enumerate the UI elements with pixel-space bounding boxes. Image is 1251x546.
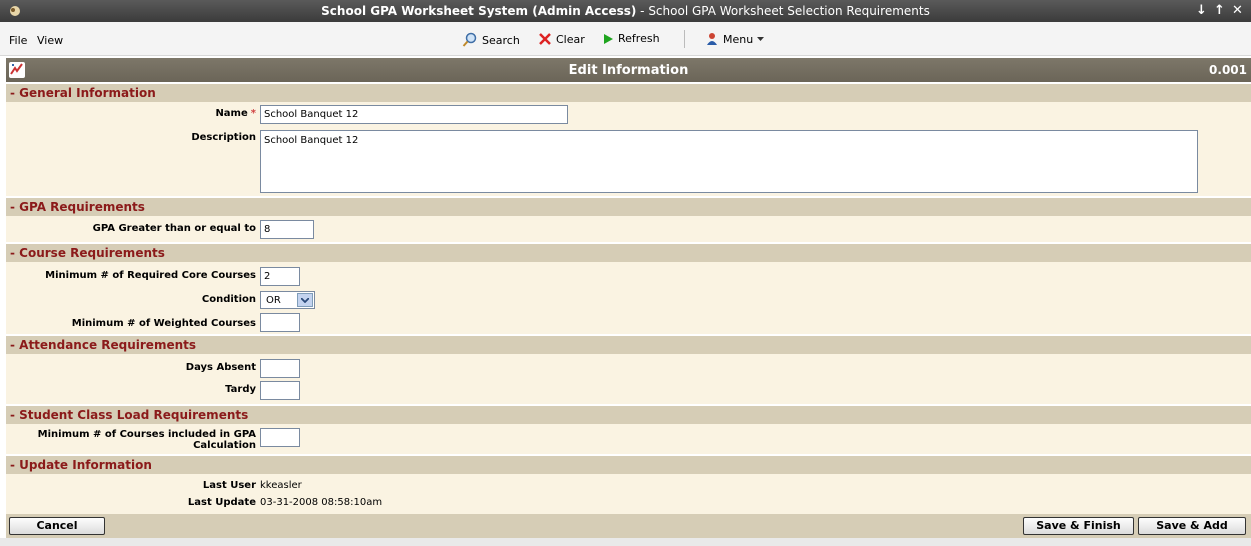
close-icon[interactable]: ✕	[1232, 3, 1243, 18]
search-button[interactable]: Search	[462, 32, 520, 48]
edit-header: Edit Information 0.001	[6, 58, 1251, 82]
save-add-button[interactable]: Save & Add	[1138, 517, 1246, 535]
menu-dropdown-button[interactable]: Menu	[705, 32, 765, 46]
general-information-body: Name* Description School Banquet 12	[6, 102, 1251, 196]
tardy-input[interactable]	[260, 381, 300, 400]
update-information-body: Last User kkeasler Last Update 03-31-200…	[6, 474, 1251, 514]
class-load-requirements-body: Minimum # of Courses included in GPA Cal…	[6, 424, 1251, 454]
days-absent-label: Days Absent	[185, 362, 256, 373]
condition-select[interactable]: OR	[260, 291, 315, 309]
section-general-information[interactable]: - General Information	[6, 84, 1251, 102]
min-gpa-courses-label: Minimum # of Courses included in GPA Cal…	[37, 429, 256, 451]
menu-label: Menu	[723, 32, 754, 46]
arrow-down-icon[interactable]: ↓	[1196, 3, 1207, 18]
save-finish-button[interactable]: Save & Finish	[1023, 517, 1134, 535]
search-icon	[462, 32, 477, 47]
min-weighted-courses-label: Minimum # of Weighted Courses	[71, 318, 256, 329]
cancel-button[interactable]: Cancel	[9, 517, 105, 535]
min-core-courses-input[interactable]	[260, 267, 300, 286]
refresh-button[interactable]: Refresh	[602, 32, 660, 45]
name-label: Name *	[215, 108, 256, 119]
gpa-label: GPA Greater than or equal to	[92, 223, 256, 234]
form-footer: Cancel Save & Finish Save & Add	[6, 514, 1251, 538]
days-absent-input[interactable]	[260, 359, 300, 378]
caret-down-icon	[757, 36, 765, 41]
toolbar-divider	[684, 30, 685, 48]
menu-file[interactable]: File	[9, 34, 27, 47]
edit-frame: Edit Information 0.001 - General Informa…	[6, 56, 1251, 538]
chevron-down-icon[interactable]	[297, 293, 313, 307]
course-requirements-body: Minimum # of Required Core Courses Condi…	[6, 262, 1251, 334]
arrow-up-icon[interactable]: ↑	[1214, 3, 1225, 18]
user-icon	[707, 33, 717, 45]
window-title: School GPA Worksheet System (Admin Acces…	[321, 4, 930, 18]
status-bar	[0, 538, 1251, 546]
menu-view[interactable]: View	[37, 34, 63, 47]
clear-button[interactable]: Clear	[538, 32, 585, 46]
section-update-information[interactable]: - Update Information	[6, 456, 1251, 474]
min-gpa-courses-input[interactable]	[260, 428, 300, 447]
last-update-label: Last Update	[187, 497, 256, 508]
section-student-class-load-requirements[interactable]: - Student Class Load Requirements	[6, 406, 1251, 424]
last-user-value: kkeasler	[260, 480, 302, 491]
condition-value: OR	[266, 295, 281, 306]
gpa-input[interactable]	[260, 220, 314, 239]
clear-label: Clear	[556, 32, 585, 46]
section-attendance-requirements[interactable]: - Attendance Requirements	[6, 336, 1251, 354]
section-gpa-requirements[interactable]: - GPA Requirements	[6, 198, 1251, 216]
play-icon	[604, 33, 613, 44]
last-user-label: Last User	[202, 480, 256, 491]
clear-icon	[539, 33, 551, 45]
gpa-requirements-body: GPA Greater than or equal to	[6, 216, 1251, 242]
page-title: Edit Information	[568, 63, 689, 78]
description-label: Description	[191, 132, 256, 143]
search-label: Search	[482, 33, 520, 47]
tardy-label: Tardy	[225, 384, 256, 395]
section-course-requirements[interactable]: - Course Requirements	[6, 244, 1251, 262]
min-weighted-courses-input[interactable]	[260, 313, 300, 332]
window-titlebar: School GPA Worksheet System (Admin Acces…	[0, 0, 1251, 22]
min-core-courses-label: Minimum # of Required Core Courses	[45, 270, 256, 281]
description-textarea[interactable]: School Banquet 12	[260, 130, 1198, 193]
refresh-label: Refresh	[618, 32, 660, 45]
last-update-value: 03-31-2008 08:58:10am	[260, 497, 383, 508]
attendance-requirements-body: Days Absent Tardy	[6, 354, 1251, 404]
name-input[interactable]	[260, 105, 568, 124]
menubar: File View Search Clear Refresh Menu	[0, 22, 1251, 56]
version-label: 0.001	[1209, 63, 1247, 77]
condition-label: Condition	[201, 294, 256, 305]
